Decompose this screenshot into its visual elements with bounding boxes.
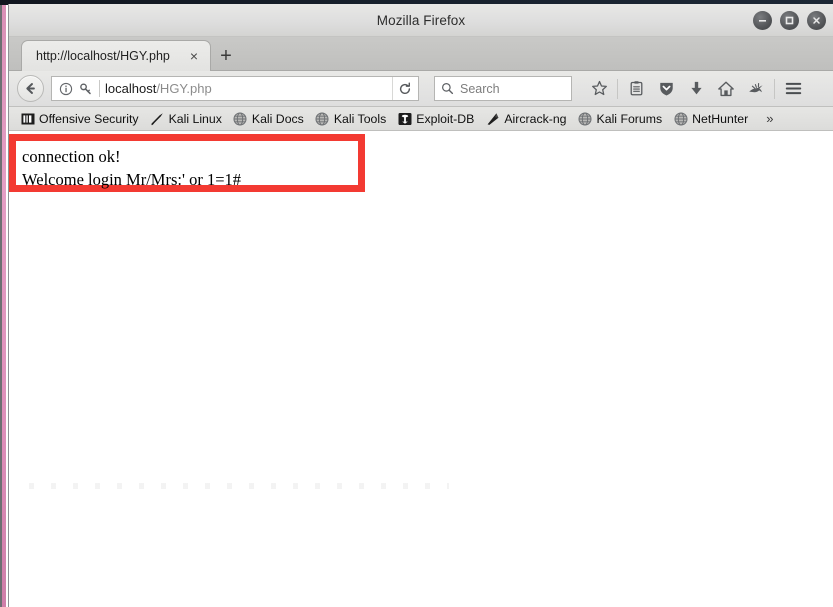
bookmark-label: Kali Tools [333, 111, 387, 126]
bookmark-kali-forums[interactable]: Kali Forums [573, 109, 668, 128]
window-controls [753, 4, 826, 37]
url-host: localhost [105, 81, 157, 96]
key-icon[interactable] [76, 79, 96, 99]
kali-dragon-icon[interactable] [741, 75, 771, 103]
info-circle-icon[interactable] [56, 79, 76, 99]
downloads-icon[interactable] [681, 75, 711, 103]
bookmark-star-icon[interactable] [584, 75, 614, 103]
globe-icon [673, 111, 688, 126]
page-content: connection ok! Welcome login Mr/Mrs:' or… [9, 131, 833, 607]
tab-strip: http://localhost/HGY.php × + [9, 37, 833, 71]
home-icon[interactable] [711, 75, 741, 103]
toolbar-separator-2 [774, 78, 775, 99]
render-artifact-row [29, 483, 449, 489]
title-bar[interactable]: Mozilla Firefox [9, 4, 833, 37]
tab-close-icon[interactable]: × [185, 47, 203, 65]
tab-title: http://localhost/HGY.php [36, 49, 170, 63]
offsec-icon [20, 111, 35, 126]
bookmark-label: Aircrack-ng [504, 111, 567, 126]
bookmark-exploit-db[interactable]: Exploit-DB [392, 109, 479, 128]
toolbar-separator [617, 78, 618, 99]
hamburger-menu-icon[interactable] [778, 75, 808, 103]
library-icon[interactable] [621, 75, 651, 103]
maximize-button[interactable] [780, 11, 799, 30]
minimize-button[interactable] [753, 11, 772, 30]
bookmark-kali-linux[interactable]: Kali Linux [145, 109, 227, 128]
bookmark-label: NetHunter [692, 111, 749, 126]
aircrack-icon [485, 111, 500, 126]
search-icon [440, 81, 455, 96]
kali-dragon-icon [150, 111, 165, 126]
back-arrow-icon[interactable] [17, 75, 44, 102]
globe-icon [315, 111, 330, 126]
globe-icon [233, 111, 248, 126]
search-placeholder: Search [460, 81, 500, 96]
bookmark-aircrack-ng[interactable]: Aircrack-ng [480, 109, 571, 128]
highlight-box: connection ok! Welcome login Mr/Mrs:' or… [9, 134, 365, 192]
globe-icon [578, 111, 593, 126]
window-title: Mozilla Firefox [376, 12, 466, 28]
navigation-toolbar: localhost/HGY.php Search [9, 71, 833, 107]
bookmark-kali-tools[interactable]: Kali Tools [310, 109, 391, 128]
bookmark-nethunter[interactable]: NetHunter [668, 109, 753, 128]
url-path: /HGY.php [156, 81, 212, 96]
reload-icon[interactable] [392, 77, 416, 100]
bookmark-kali-docs[interactable]: Kali Docs [228, 109, 309, 128]
toolbar-icon-group [584, 75, 808, 103]
url-separator [99, 80, 100, 97]
desktop-wallpaper-strip [2, 0, 6, 607]
bookmark-label: Kali Forums [596, 111, 663, 126]
bookmark-label: Exploit-DB [416, 111, 475, 126]
firefox-window: Mozilla Firefox http://localhost/HGY.php… [8, 4, 833, 607]
pocket-shield-icon[interactable] [651, 75, 681, 103]
search-bar[interactable]: Search [434, 76, 572, 101]
close-button[interactable] [807, 11, 826, 30]
bookmark-label: Kali Linux [168, 111, 222, 126]
new-tab-button[interactable]: + [211, 40, 241, 71]
url-text: localhost/HGY.php [105, 81, 392, 96]
url-bar[interactable]: localhost/HGY.php [51, 76, 419, 101]
bookmark-label: Kali Docs [251, 111, 304, 126]
bookmarks-overflow-chevron-icon[interactable]: » [760, 111, 779, 126]
page-body-text: connection ok! Welcome login Mr/Mrs:' or… [22, 147, 242, 190]
exploitdb-icon [397, 111, 412, 126]
bookmark-label: Offensive Security [39, 111, 139, 126]
browser-tab-active[interactable]: http://localhost/HGY.php × [21, 40, 211, 71]
bookmark-offensive-security[interactable]: Offensive Security [15, 109, 144, 128]
bookmarks-toolbar: Offensive Security Kali Linux Kali Docs [9, 107, 833, 131]
